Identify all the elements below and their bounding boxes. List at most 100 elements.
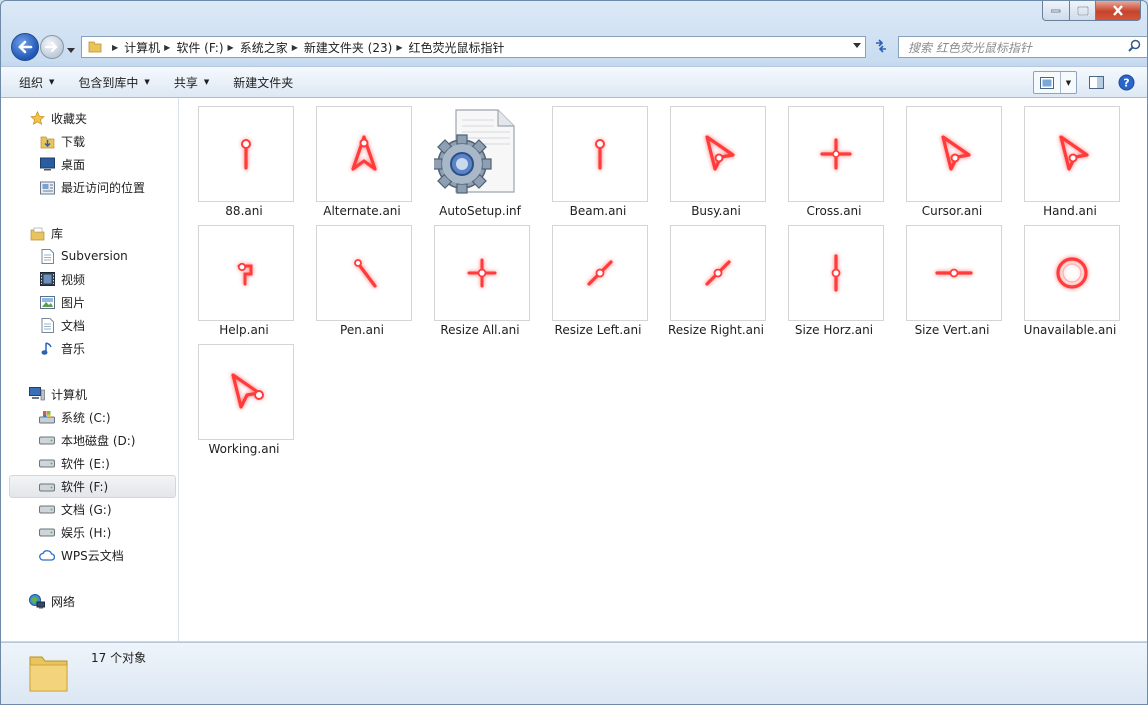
preview-pane-button[interactable] bbox=[1085, 72, 1107, 93]
sidebar-item-drive-h[interactable]: 娱乐 (H:) bbox=[1, 521, 178, 543]
folder-icon bbox=[88, 39, 102, 56]
sidebar-libraries[interactable]: 库 bbox=[1, 222, 178, 244]
breadcrumb-computer[interactable]: 计算机 ▶ bbox=[124, 39, 176, 56]
file-item[interactable]: Unavailable.ani bbox=[1015, 225, 1125, 341]
vertical-resize-cursor-icon bbox=[788, 225, 884, 321]
change-view-button[interactable]: ▼ bbox=[1033, 71, 1077, 94]
file-name: Size Horz.ani bbox=[794, 323, 874, 337]
sidebar-favorites[interactable]: 收藏夹 bbox=[1, 107, 178, 129]
back-button[interactable] bbox=[11, 33, 39, 61]
arrow-left-icon bbox=[18, 40, 33, 54]
file-item[interactable]: Working.ani bbox=[189, 344, 299, 460]
sidebar-item-drive-f[interactable]: 软件 (F:) bbox=[9, 475, 176, 498]
file-name: Busy.ani bbox=[691, 204, 741, 218]
file-name: Resize All.ani bbox=[440, 323, 520, 337]
chevron-right-icon[interactable]: ▶ bbox=[164, 43, 170, 52]
view-icon bbox=[1034, 72, 1061, 93]
recent-pages-dropdown[interactable] bbox=[67, 42, 75, 56]
sidebar-computer[interactable]: 计算机 bbox=[1, 383, 178, 405]
maximize-icon bbox=[1076, 5, 1089, 16]
chevron-right-icon[interactable]: ▶ bbox=[112, 43, 118, 52]
sidebar-item-subversion[interactable]: Subversion bbox=[1, 245, 178, 267]
file-item[interactable]: Cross.ani bbox=[779, 106, 889, 222]
hard-drive-icon bbox=[39, 455, 55, 471]
refresh-button[interactable] bbox=[870, 36, 892, 56]
details-pane: 17 个对象 bbox=[1, 642, 1147, 704]
close-button[interactable] bbox=[1096, 1, 1141, 21]
unavailable-cursor-icon bbox=[1024, 225, 1120, 321]
chevron-down-icon: ▼ bbox=[144, 78, 150, 86]
arrow-cursor-icon bbox=[670, 106, 766, 202]
file-item[interactable]: Alternate.ani bbox=[307, 106, 417, 222]
new-folder-button[interactable]: 新建文件夹 bbox=[233, 74, 293, 91]
sidebar-item-downloads[interactable]: 下载 bbox=[1, 130, 178, 152]
breadcrumb-system-home[interactable]: 系统之家 ▶ bbox=[240, 39, 304, 56]
file-name: Hand.ani bbox=[1043, 204, 1097, 218]
file-item[interactable]: Size Vert.ani bbox=[897, 225, 1007, 341]
chevron-right-icon[interactable]: ▶ bbox=[396, 43, 402, 52]
chevron-down-icon[interactable]: ▼ bbox=[1061, 72, 1076, 93]
file-name: Pen.ani bbox=[340, 323, 384, 337]
sidebar-item-pictures[interactable]: 图片 bbox=[1, 291, 178, 313]
file-item[interactable]: Beam.ani bbox=[543, 106, 653, 222]
file-item[interactable]: Size Horz.ani bbox=[779, 225, 889, 341]
organize-button[interactable]: 组织 ▼ bbox=[19, 74, 54, 91]
maximize-button[interactable] bbox=[1070, 1, 1096, 21]
file-item[interactable]: Help.ani bbox=[189, 225, 299, 341]
file-name: Help.ani bbox=[219, 323, 269, 337]
file-name: Beam.ani bbox=[569, 204, 627, 218]
sidebar-item-wps-cloud[interactable]: WPS云文档 bbox=[1, 544, 178, 566]
breadcrumb-new-folder[interactable]: 新建文件夹 (23) ▶ bbox=[304, 39, 409, 56]
sidebar-item-desktop[interactable]: 桌面 bbox=[1, 153, 178, 175]
sidebar-item-drive-c[interactable]: 系统 (C:) bbox=[1, 406, 178, 428]
move-cursor-icon bbox=[434, 225, 530, 321]
working-arrow-cursor-icon bbox=[198, 344, 294, 440]
chevron-down-icon: ▼ bbox=[49, 78, 55, 86]
breadcrumb-drive-f[interactable]: 软件 (F:) ▶ bbox=[176, 39, 239, 56]
beam-cursor-icon bbox=[552, 106, 648, 202]
file-item[interactable]: Resize Left.ani bbox=[543, 225, 653, 341]
file-item[interactable]: Hand.ani bbox=[1015, 106, 1125, 222]
file-name: 88.ani bbox=[225, 204, 263, 218]
beam-cursor-icon bbox=[198, 106, 294, 202]
file-item[interactable]: Cursor.ani bbox=[897, 106, 1007, 222]
command-bar: 组织 ▼ 包含到库中 ▼ 共享 ▼ 新建文件夹 ▼ ? bbox=[1, 66, 1147, 98]
file-name: Resize Left.ani bbox=[554, 323, 642, 337]
cloud-icon bbox=[39, 547, 55, 563]
search-box[interactable]: 搜索 红色荧光鼠标指针 bbox=[898, 36, 1147, 58]
downloads-folder-icon bbox=[39, 133, 55, 149]
file-item[interactable]: Resize All.ani bbox=[425, 225, 535, 341]
preview-pane-icon bbox=[1088, 76, 1104, 89]
sidebar-item-drive-g[interactable]: 文档 (G:) bbox=[1, 498, 178, 520]
chevron-right-icon[interactable]: ▶ bbox=[228, 43, 234, 52]
breadcrumb-current-folder[interactable]: 红色荧光鼠标指针 bbox=[408, 39, 504, 56]
sidebar-item-videos[interactable]: 视频 bbox=[1, 268, 178, 290]
include-in-library-button[interactable]: 包含到库中 ▼ bbox=[78, 74, 149, 91]
address-dropdown[interactable] bbox=[853, 41, 861, 51]
sidebar-item-recent-places[interactable]: 最近访问的位置 bbox=[1, 176, 178, 198]
sidebar-item-documents[interactable]: 文档 bbox=[1, 314, 178, 336]
search-icon[interactable] bbox=[1128, 39, 1141, 55]
hard-drive-icon bbox=[39, 479, 55, 495]
file-item[interactable]: Resize Right.ani bbox=[661, 225, 771, 341]
forward-button[interactable] bbox=[40, 35, 64, 59]
system-drive-icon bbox=[39, 409, 55, 425]
address-bar[interactable]: ▶ 计算机 ▶ 软件 (F:) ▶ 系统之家 ▶ 新建文件夹 (23) ▶ 红色荧光鼠标… bbox=[81, 36, 866, 58]
file-name: Cross.ani bbox=[806, 204, 862, 218]
file-list: 88.ani Alternate.ani AutoSetup.inf Beam.ani… bbox=[179, 98, 1147, 641]
file-item[interactable]: AutoSetup.inf bbox=[425, 106, 535, 222]
navigation-bar: ▶ 计算机 ▶ 软件 (F:) ▶ 系统之家 ▶ 新建文件夹 (23) ▶ 红色荧光鼠标… bbox=[9, 32, 1147, 61]
share-button[interactable]: 共享 ▼ bbox=[174, 74, 209, 91]
minimize-button[interactable] bbox=[1042, 1, 1070, 21]
file-item[interactable]: Pen.ani bbox=[307, 225, 417, 341]
help-button[interactable]: ? bbox=[1115, 72, 1137, 93]
file-name: AutoSetup.inf bbox=[439, 204, 521, 218]
sidebar-network[interactable]: 网络 bbox=[1, 590, 178, 612]
sidebar-item-drive-d[interactable]: 本地磁盘 (D:) bbox=[1, 429, 178, 451]
file-item[interactable]: Busy.ani bbox=[661, 106, 771, 222]
sidebar-item-drive-e[interactable]: 软件 (E:) bbox=[1, 452, 178, 474]
recent-places-icon bbox=[39, 179, 55, 195]
file-item[interactable]: 88.ani bbox=[189, 106, 299, 222]
chevron-right-icon[interactable]: ▶ bbox=[292, 43, 298, 52]
sidebar-item-music[interactable]: 音乐 bbox=[1, 337, 178, 359]
